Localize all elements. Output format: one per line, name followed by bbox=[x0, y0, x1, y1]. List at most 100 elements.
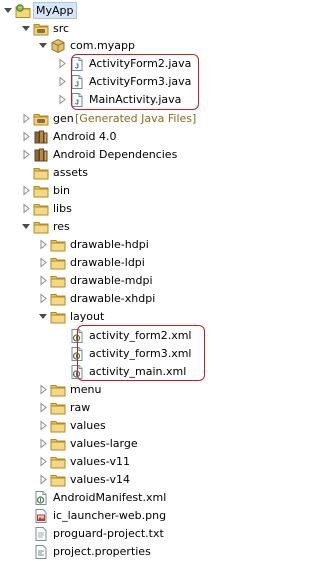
xml-file-icon bbox=[33, 489, 49, 506]
tree-item[interactable]: bin bbox=[0, 182, 212, 199]
folder-icon bbox=[33, 182, 49, 199]
library-icon bbox=[33, 146, 49, 163]
tree-item-label: values bbox=[70, 419, 106, 432]
android-project-icon bbox=[15, 2, 31, 19]
folder-icon bbox=[50, 308, 66, 325]
tree-item-label: drawable-xhdpi bbox=[70, 292, 156, 305]
collapsed-twisty-icon[interactable] bbox=[21, 200, 31, 217]
tree-item-label: drawable-mdpi bbox=[70, 274, 153, 287]
tree-item[interactable]: assets bbox=[0, 164, 212, 181]
tree-item[interactable]: res bbox=[0, 218, 212, 235]
tree-item[interactable]: AndroidManifest.xml bbox=[0, 489, 212, 506]
tree-item-label: raw bbox=[70, 401, 91, 414]
tree-item[interactable]: drawable-ldpi bbox=[0, 254, 212, 271]
tree-item-decoration: [Generated Java Files] bbox=[75, 112, 197, 125]
tree-item[interactable]: libs bbox=[0, 200, 212, 217]
folder-icon bbox=[50, 272, 66, 289]
tree-item-label: layout bbox=[70, 310, 105, 323]
project-explorer-tree: MyApp src com.myapp J ActivityForm2.java J Act… bbox=[0, 0, 212, 561]
tree-item-label: res bbox=[53, 220, 70, 233]
source-folder-icon bbox=[33, 20, 49, 37]
collapsed-twisty-icon[interactable] bbox=[38, 381, 48, 398]
tree-item[interactable]: src bbox=[0, 20, 212, 37]
tree-item[interactable]: project.properties bbox=[0, 543, 212, 560]
folder-icon bbox=[33, 218, 49, 235]
collapsed-twisty-icon[interactable] bbox=[38, 471, 48, 488]
tree-item[interactable]: proguard-project.txt bbox=[0, 525, 212, 542]
collapsed-twisty-icon[interactable] bbox=[38, 254, 48, 271]
tree-item[interactable]: raw bbox=[0, 399, 212, 416]
tree-item[interactable]: ic_launcher-web.png bbox=[0, 507, 212, 524]
collapsed-twisty-icon[interactable] bbox=[38, 435, 48, 452]
tree-item[interactable]: com.myapp bbox=[0, 37, 212, 54]
tree-item-label: values-v14 bbox=[70, 473, 130, 486]
collapsed-twisty-icon[interactable] bbox=[57, 73, 67, 90]
tree-item-label: Android Dependencies bbox=[53, 148, 178, 161]
tree-item-label: menu bbox=[70, 383, 102, 396]
expanded-twisty-icon[interactable] bbox=[21, 20, 31, 37]
library-icon bbox=[33, 128, 49, 145]
expanded-twisty-icon[interactable] bbox=[21, 218, 31, 235]
collapsed-twisty-icon[interactable] bbox=[38, 399, 48, 416]
folder-icon bbox=[33, 200, 49, 217]
tree-item-label: com.myapp bbox=[70, 39, 135, 52]
tree-item-label: Android 4.0 bbox=[53, 130, 117, 143]
collapsed-twisty-icon[interactable] bbox=[38, 453, 48, 470]
tree-item[interactable]: drawable-hdpi bbox=[0, 236, 212, 253]
folder-icon bbox=[50, 290, 66, 307]
image-file-icon bbox=[33, 507, 49, 524]
tree-item-label: bin bbox=[53, 184, 71, 197]
source-folder-icon bbox=[33, 110, 49, 127]
folder-icon bbox=[33, 164, 49, 181]
tree-item[interactable]: menu bbox=[0, 381, 212, 398]
tree-item-label: libs bbox=[53, 202, 72, 215]
java-files-highlight-box bbox=[71, 54, 199, 110]
tree-item-label: ic_launcher-web.png bbox=[53, 509, 167, 522]
collapsed-twisty-icon[interactable] bbox=[38, 272, 48, 289]
tree-item[interactable]: drawable-xhdpi bbox=[0, 290, 212, 307]
tree-item[interactable]: Android 4.0 bbox=[0, 128, 212, 145]
tree-item-label: proguard-project.txt bbox=[53, 527, 164, 540]
tree-item[interactable]: drawable-mdpi bbox=[0, 272, 212, 289]
tree-item[interactable]: gen [Generated Java Files] bbox=[0, 110, 212, 127]
collapsed-twisty-icon[interactable] bbox=[38, 290, 48, 307]
tree-item-label: src bbox=[53, 22, 70, 35]
collapsed-twisty-icon[interactable] bbox=[21, 110, 31, 127]
collapsed-twisty-icon[interactable] bbox=[57, 91, 67, 108]
tree-item-label: values-large bbox=[70, 437, 138, 450]
text-file-icon bbox=[33, 525, 49, 542]
tree-item-label: values-v11 bbox=[70, 455, 130, 468]
folder-icon bbox=[50, 435, 66, 452]
collapsed-twisty-icon[interactable] bbox=[21, 128, 31, 145]
expanded-twisty-icon[interactable] bbox=[38, 308, 48, 325]
expanded-twisty-icon[interactable] bbox=[38, 37, 48, 54]
collapsed-twisty-icon[interactable] bbox=[21, 146, 31, 163]
collapsed-twisty-icon[interactable] bbox=[21, 182, 31, 199]
folder-icon bbox=[50, 453, 66, 470]
tree-item[interactable]: MyApp bbox=[0, 2, 212, 19]
collapsed-twisty-icon[interactable] bbox=[38, 236, 48, 253]
layout-files-highlight-box bbox=[77, 325, 205, 381]
folder-icon bbox=[50, 471, 66, 488]
tree-item[interactable]: values-v11 bbox=[0, 453, 212, 470]
tree-item-label: drawable-ldpi bbox=[70, 256, 145, 269]
tree-item[interactable]: layout bbox=[0, 308, 212, 325]
tree-item-label: AndroidManifest.xml bbox=[53, 491, 167, 504]
folder-icon bbox=[50, 417, 66, 434]
package-icon bbox=[50, 37, 66, 54]
tree-item[interactable]: Android Dependencies bbox=[0, 146, 212, 163]
folder-icon bbox=[50, 254, 66, 271]
folder-icon bbox=[50, 399, 66, 416]
tree-item-label: project.properties bbox=[53, 545, 151, 558]
tree-item[interactable]: values-v14 bbox=[0, 471, 212, 488]
collapsed-twisty-icon[interactable] bbox=[57, 55, 67, 72]
tree-item-label: MyApp bbox=[33, 2, 77, 19]
tree-item-label: assets bbox=[53, 166, 89, 179]
collapsed-twisty-icon[interactable] bbox=[38, 417, 48, 434]
tree-item[interactable]: values-large bbox=[0, 435, 212, 452]
folder-icon bbox=[50, 236, 66, 253]
tree-item[interactable]: values bbox=[0, 417, 212, 434]
properties-file-icon bbox=[33, 543, 49, 560]
tree-item-label: drawable-hdpi bbox=[70, 238, 149, 251]
expanded-twisty-icon[interactable] bbox=[3, 2, 13, 19]
